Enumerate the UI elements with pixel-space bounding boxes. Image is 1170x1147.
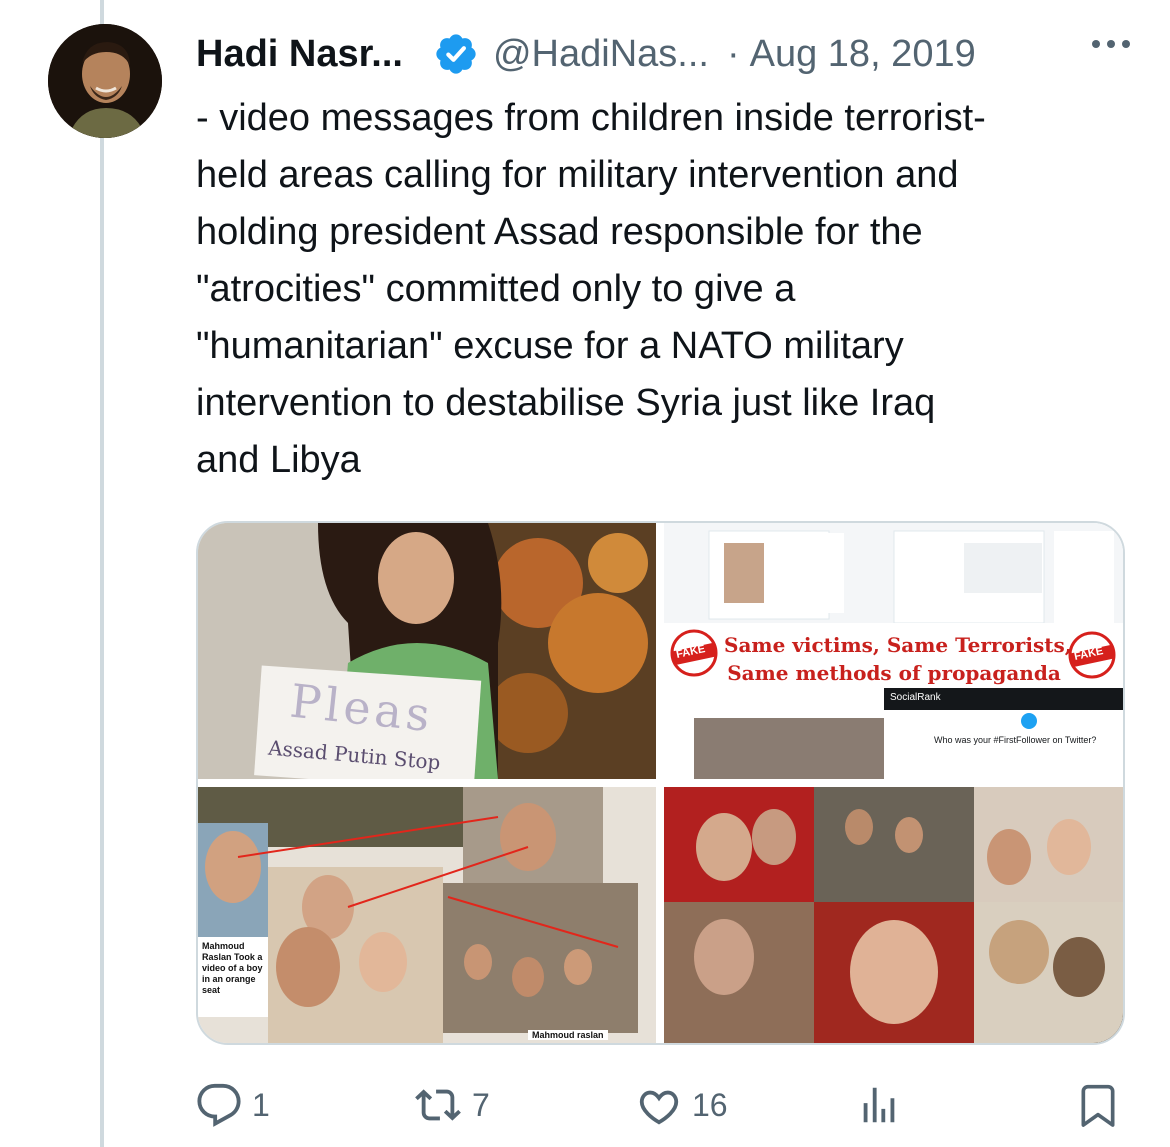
bookmark-button[interactable] (1076, 1082, 1120, 1128)
tweet-text: - video messages from children inside te… (196, 97, 986, 481)
first-follower-question: Who was your #FirstFollower on Twitter? (934, 735, 1097, 745)
caption-left: Mahmoud Raslan Took a video of a boy in … (202, 941, 263, 995)
retweet-icon (414, 1082, 462, 1128)
separator-dot: · (726, 32, 740, 75)
like-icon (636, 1082, 682, 1128)
thread-line (100, 0, 104, 1147)
like-count: 16 (692, 1086, 728, 1123)
views-button[interactable] (856, 1082, 902, 1128)
media-image-4[interactable] (664, 787, 1123, 1043)
like-button[interactable]: 16 (636, 1082, 728, 1128)
reply-button[interactable]: 1 (196, 1082, 270, 1128)
avatar[interactable] (48, 24, 162, 138)
reply-icon (196, 1082, 242, 1128)
banner-line-1: Same victims, Same Terrorists, (724, 633, 1072, 657)
media-image-1[interactable]: Pleas Assad Putin Stop (198, 523, 656, 779)
caption-bottom: Mahmoud raslan (528, 1030, 608, 1040)
tweet-date[interactable]: Aug 18, 2019 (750, 33, 976, 76)
verified-badge-icon (433, 31, 479, 77)
banner-line-2: Same methods of propaganda (727, 661, 1061, 685)
reply-count: 1 (252, 1086, 270, 1123)
views-icon (856, 1082, 902, 1128)
retweet-button[interactable]: 7 (414, 1082, 490, 1128)
media-image-2[interactable]: FAKE FAKE Same victims, Same Terrorists,… (664, 523, 1123, 779)
media-image-3[interactable]: Mahmoud Raslan Took a video of a boy in … (198, 787, 656, 1043)
tweet-header: Hadi Nasr... @HadiNas... · Aug 18, 2019 (196, 26, 1130, 82)
retweet-count: 7 (472, 1086, 490, 1123)
bookmark-icon (1076, 1082, 1120, 1128)
socialrank-brand: SocialRank (890, 692, 941, 703)
author-handle[interactable]: @HadiNas... (493, 33, 709, 76)
tweet-actions: 1 7 16 (196, 1082, 1121, 1132)
media-grid[interactable]: Pleas Assad Putin Stop FAKE FAKE Same vi… (196, 521, 1125, 1045)
more-icon[interactable] (1092, 40, 1130, 48)
author-name[interactable]: Hadi Nasr... (196, 33, 403, 76)
